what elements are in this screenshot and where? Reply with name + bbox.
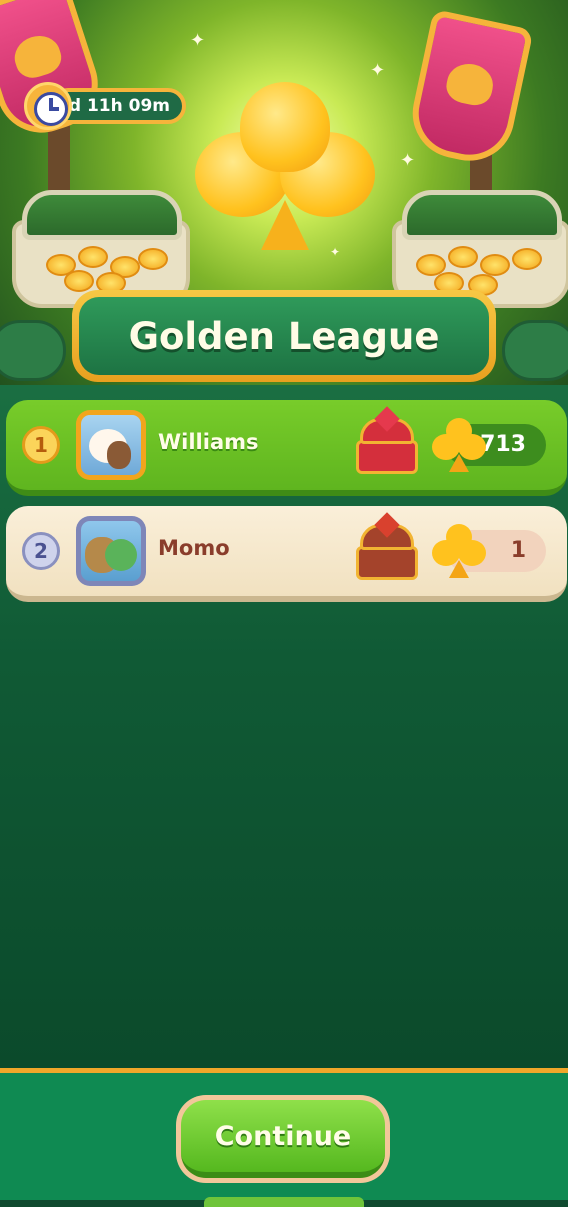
player-name: Momo	[158, 536, 230, 560]
golden-club-icon	[432, 418, 486, 472]
treasure-chest-right	[392, 190, 568, 308]
next-button-peek	[204, 1197, 364, 1207]
sparkle-icon: ✦	[370, 60, 386, 81]
player-avatar[interactable]	[76, 516, 146, 586]
leaf-emblem-icon	[9, 30, 66, 83]
sheep-and-bear-avatar-icon	[81, 415, 141, 475]
golden-club-icon	[432, 524, 486, 578]
red-treasure-chest-icon	[356, 406, 418, 476]
turtle-avatar-icon	[81, 521, 141, 581]
golden-club-trophy-icon	[195, 82, 375, 252]
pink-banner-right	[404, 8, 534, 170]
rank-badge: 1	[22, 426, 60, 464]
league-title: Golden League	[79, 297, 489, 375]
sparkle-icon: ✦	[400, 150, 416, 171]
event-timer: 2d 11h 09m	[24, 82, 190, 130]
brown-treasure-chest-icon	[356, 512, 418, 582]
footer-bar: Continue	[0, 1068, 568, 1207]
sparkle-icon: ✦	[190, 30, 206, 51]
scroll-ornament-left	[0, 320, 66, 381]
league-title-banner: Golden League	[0, 290, 568, 400]
rank-badge: 2	[22, 532, 60, 570]
leaf-emblem-icon	[443, 59, 497, 109]
player-avatar[interactable]	[76, 410, 146, 480]
leaderboard-row[interactable]: 1 Williams 713	[6, 400, 567, 496]
continue-button[interactable]: Continue	[176, 1095, 390, 1183]
treasure-chest-left	[12, 190, 190, 308]
continue-button-label: Continue	[181, 1100, 385, 1178]
clock-icon	[24, 82, 72, 130]
player-name: Williams	[158, 430, 259, 454]
leaderboard-row[interactable]: 2 Momo 1	[6, 506, 567, 602]
scroll-ornament-right	[502, 320, 568, 381]
